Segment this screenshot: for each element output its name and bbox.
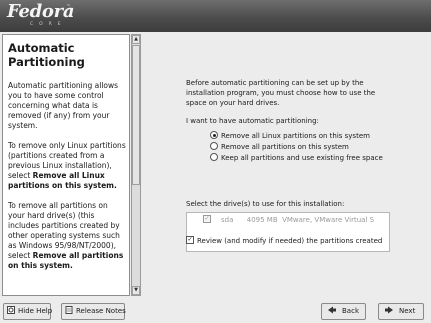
radio-unselected-icon <box>210 153 218 161</box>
scroll-up-icon[interactable]: ▲ <box>132 35 140 44</box>
help-paragraph: Automatic partitioning allows you to hav… <box>8 81 119 130</box>
fedora-logo: Fedora <box>7 1 75 22</box>
intro-text: Before automatic partitioning can be set… <box>186 79 376 107</box>
hide-help-button[interactable]: Hide Help <box>3 303 52 320</box>
help-paragraph: To remove all partitions on your hard dr… <box>8 201 124 270</box>
help-title: Automatic Partitioning <box>8 41 85 69</box>
radio-keep-all[interactable]: Keep all partitions and use existing fre… <box>210 153 383 163</box>
radio-remove-linux[interactable]: Remove all Linux partitions on this syst… <box>210 131 370 141</box>
scroll-down-icon[interactable]: ▼ <box>132 286 140 295</box>
radio-selected-icon <box>210 131 218 139</box>
next-button[interactable]: Next <box>378 303 424 320</box>
document-icon <box>65 306 73 314</box>
arrow-left-icon <box>328 306 336 314</box>
checkbox-checked-icon: ✓ <box>186 236 194 244</box>
help-icon <box>7 306 15 314</box>
header-banner: Fedora ™ CORE <box>0 0 431 32</box>
drive-list[interactable]: ✓ sda 4095 MB VMware, VMware Virtual S <box>186 212 390 252</box>
radio-unselected-icon <box>210 142 218 150</box>
back-button[interactable]: Back <box>321 303 366 320</box>
drive-select-label: Select the drive(s) to use for this inst… <box>186 200 345 208</box>
radio-remove-all[interactable]: Remove all partitions on this system <box>210 142 349 152</box>
help-scrollbar[interactable]: ▲ ▼ <box>131 34 141 296</box>
arrow-right-icon <box>385 306 393 314</box>
drive-model: VMware, VMware Virtual S <box>282 216 375 224</box>
drive-row[interactable]: ✓ sda 4095 MB VMware, VMware Virtual S <box>203 215 375 224</box>
logo-subtitle: CORE <box>30 22 67 27</box>
help-paragraph: To remove only Linux partitions (partiti… <box>8 141 126 190</box>
drive-checkbox-icon[interactable]: ✓ <box>203 215 211 223</box>
partitioning-prompt: I want to have automatic partitioning: <box>186 117 319 125</box>
review-checkbox[interactable]: ✓ Review (and modify if needed) the parti… <box>186 236 382 245</box>
drive-size: 4095 MB <box>246 216 278 224</box>
logo-trademark: ™ <box>66 4 71 10</box>
drive-name: sda <box>221 216 234 224</box>
release-notes-button[interactable]: Release Notes <box>61 303 126 320</box>
scrollbar-thumb[interactable] <box>132 45 140 185</box>
help-pane: Automatic Partitioning Automatic partiti… <box>2 34 130 296</box>
